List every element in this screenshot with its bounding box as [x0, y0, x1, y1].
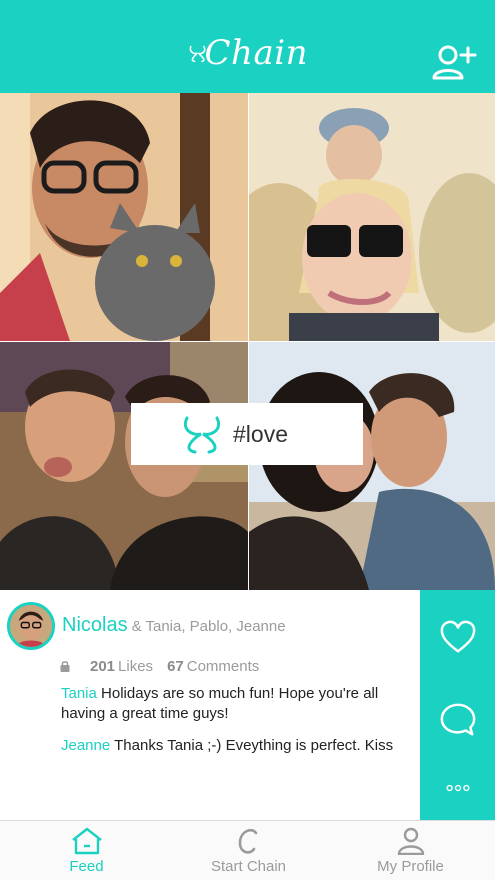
chain-c-icon: [238, 829, 257, 854]
coauthors[interactable]: & Tania, Pablo, Jeanne: [132, 618, 286, 635]
add-user-icon: [432, 45, 477, 80]
photo-two-men[interactable]: [0, 342, 248, 590]
chain-hashtag-card[interactable]: #love: [131, 403, 363, 465]
photo-man-with-cat[interactable]: [0, 93, 248, 341]
lock-icon: [60, 660, 70, 672]
chain-photo-grid[interactable]: #love: [0, 93, 495, 590]
likes-label[interactable]: Likes: [118, 658, 153, 675]
more-dots-icon: [446, 784, 470, 792]
post-details: Nicolas & Tania, Pablo, Jeanne 201 Likes…: [0, 590, 420, 820]
tab-my-profile[interactable]: My Profile: [328, 827, 493, 879]
comments-count: 67: [167, 658, 184, 675]
tab-label: Start Chain: [210, 858, 287, 875]
comment: Jeanne Thanks Tania ;-) Eveything is per…: [61, 736, 406, 756]
post-stats: 201 Likes 67 Comments: [60, 658, 259, 675]
post-actions: [420, 590, 495, 820]
comment-button[interactable]: [438, 700, 478, 740]
like-button[interactable]: [438, 618, 478, 658]
app-logo: Chain: [188, 28, 308, 78]
tab-label: My Profile: [377, 858, 444, 875]
tab-start-chain[interactable]: Start Chain: [166, 827, 331, 879]
comments-label[interactable]: Comments: [187, 658, 260, 675]
app-header: Chain: [0, 0, 495, 93]
comment-user[interactable]: Tania: [61, 685, 97, 702]
comment-text: Holidays are so much fun! Hope you're al…: [61, 685, 379, 722]
heart-icon: [440, 620, 476, 653]
photo-couple-kissing[interactable]: [249, 342, 495, 590]
home-icon: [71, 827, 102, 855]
comment-bubble-icon: [440, 703, 476, 736]
comment-text: Thanks Tania ;-) Eveything is perfect. K…: [114, 737, 394, 754]
avatar[interactable]: [7, 602, 55, 650]
chain-hashtag: #love: [233, 420, 288, 447]
comment: Tania Holidays are so much fun! Hope you…: [61, 684, 406, 724]
chain-logo-icon: [184, 416, 220, 454]
profile-icon: [397, 827, 424, 855]
post-author: Nicolas & Tania, Pablo, Jeanne: [62, 614, 286, 637]
author-name[interactable]: Nicolas: [62, 614, 128, 637]
likes-count: 201: [90, 658, 116, 675]
app-title: Chain: [204, 33, 308, 73]
photo-child-on-shoulders[interactable]: [249, 93, 495, 341]
tab-label: Feed: [69, 858, 104, 875]
bottom-tab-bar: Feed Start Chain My Profile: [0, 820, 495, 880]
tab-feed[interactable]: Feed: [4, 827, 169, 879]
comment-user[interactable]: Jeanne: [61, 737, 110, 754]
add-friend-button[interactable]: [430, 42, 478, 82]
more-options-button[interactable]: [438, 768, 478, 808]
